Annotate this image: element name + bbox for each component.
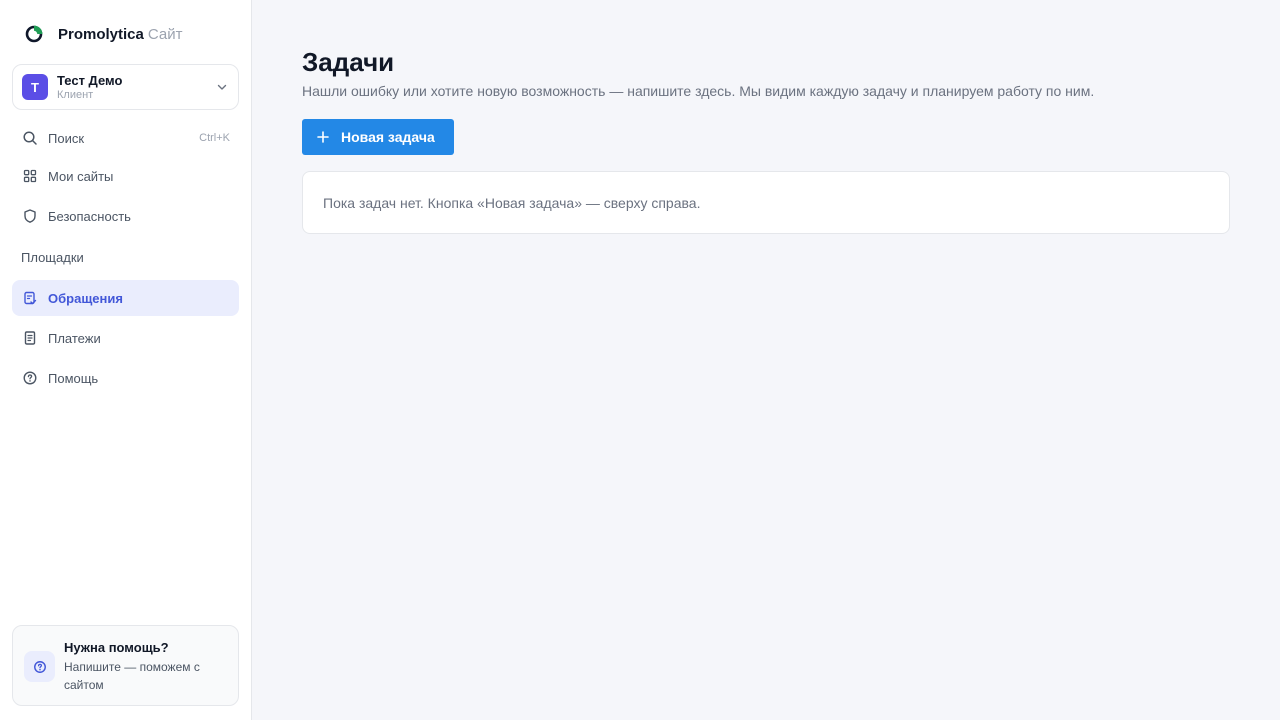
new-task-label: Новая задача xyxy=(341,129,435,145)
sidebar-item-my-sites[interactable]: Мои сайты xyxy=(12,158,239,194)
brand[interactable]: Promolytica Сайт xyxy=(24,24,182,44)
new-task-button[interactable]: Новая задача xyxy=(302,119,454,155)
chevron-down-icon xyxy=(217,84,227,90)
account-role: Клиент xyxy=(57,88,94,101)
sidebar-item-security[interactable]: Безопасность xyxy=(12,198,239,234)
grid-icon xyxy=(23,169,37,183)
brand-suffix: Сайт xyxy=(147,25,183,43)
clipboard-check-icon xyxy=(24,291,37,305)
brand-name: Promolytica xyxy=(58,25,144,43)
empty-state-message: Пока задач нет. Кнопка «Новая задача» — … xyxy=(323,194,701,211)
account-info: Тест Демо Клиент xyxy=(57,73,122,102)
sidebar-item-label: Поиск xyxy=(48,130,85,146)
help-card-text: Напишите — поможем с сайтом xyxy=(64,660,200,692)
help-card-title: Нужна помощь? xyxy=(64,640,169,655)
promolytica-logo-icon xyxy=(25,25,43,43)
sidebar-item-payments[interactable]: Платежи xyxy=(12,320,239,356)
sidebar-section-platforms[interactable]: Площадки xyxy=(21,250,84,265)
shortcut-hint: Ctrl+K xyxy=(199,132,230,144)
sidebar: Promolytica Сайт Т Тест Демо Клиент Поис… xyxy=(0,0,252,720)
search-icon xyxy=(23,131,37,145)
account-switcher[interactable]: Т Тест Демо Клиент xyxy=(12,64,239,110)
help-card[interactable]: Нужна помощь? Напишите — поможем с сайто… xyxy=(12,625,239,706)
avatar: Т xyxy=(22,74,48,100)
sidebar-item-help[interactable]: Помощь xyxy=(12,360,239,396)
question-circle-icon xyxy=(23,371,37,385)
shield-icon xyxy=(24,209,36,223)
receipt-icon xyxy=(24,331,36,345)
main-content: Задачи Нашли ошибку или хотите новую воз… xyxy=(252,0,1280,720)
page-title: Задачи xyxy=(302,47,395,77)
empty-state-card: Пока задач нет. Кнопка «Новая задача» — … xyxy=(302,171,1230,234)
sidebar-item-requests[interactable]: Обращения xyxy=(12,280,239,316)
sidebar-item-label: Обращения xyxy=(48,290,123,306)
page-subtitle: Нашли ошибку или хотите новую возможност… xyxy=(302,83,1095,99)
question-circle-icon xyxy=(33,660,46,673)
sidebar-item-label: Безопасность xyxy=(48,208,131,224)
sidebar-item-label: Мои сайты xyxy=(48,168,114,184)
sidebar-item-label: Платежи xyxy=(48,330,101,346)
account-name: Тест Демо xyxy=(57,72,123,88)
sidebar-item-label: Помощь xyxy=(48,370,99,386)
plus-icon xyxy=(317,131,329,143)
help-card-icon-wrap xyxy=(24,651,55,682)
sidebar-item-search[interactable]: Поиск Ctrl+K xyxy=(12,120,239,156)
